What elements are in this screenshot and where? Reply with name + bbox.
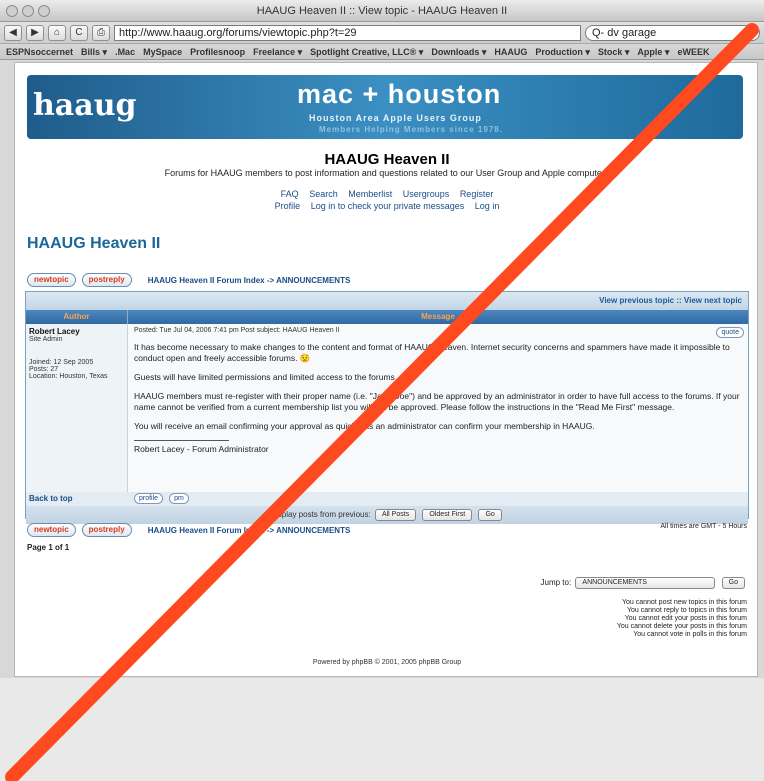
bookmark-item[interactable]: Freelance ▾	[253, 47, 302, 57]
banner-subtitle: Houston Area Apple Users Group	[309, 113, 482, 123]
message-cell: Posted: Tue Jul 04, 2006 7:41 pm Post su…	[128, 324, 748, 492]
author-column-header: Author	[26, 310, 128, 324]
display-go-button[interactable]: Go	[478, 508, 502, 521]
bookmark-item[interactable]: Downloads ▾	[431, 47, 486, 57]
browser-toolbar: ◀ ▶ ⌂ C ⎙ http://www.haaug.org/forums/vi…	[0, 22, 764, 44]
bookmark-item[interactable]: ESPNsoccernet	[6, 47, 73, 57]
post-footer: Back to top profile pm	[26, 492, 748, 506]
permission-line: You cannot post new topics in this forum	[621, 599, 747, 606]
nav-register[interactable]: Register	[460, 189, 494, 199]
site-banner: haaug mac + houston Houston Area Apple U…	[27, 75, 743, 139]
jump-go-button[interactable]: Go	[721, 577, 745, 589]
bottom-button-row: newtopic postreply HAAUG Heaven II Forum…	[27, 523, 350, 537]
permissions-list: You cannot post new topics in this forum…	[617, 599, 747, 639]
home-button[interactable]: ⌂	[48, 24, 66, 41]
bookmark-item[interactable]: Apple ▾	[637, 47, 669, 57]
banner-title: mac + houston	[297, 79, 502, 109]
nav-faq[interactable]: FAQ	[281, 189, 299, 199]
bookmark-item[interactable]: Production ▾	[535, 47, 590, 57]
topic-table: View previous topic :: View next topic A…	[25, 291, 749, 524]
bookmark-item[interactable]: eWEEK	[677, 47, 709, 57]
haaug-logo[interactable]: haaug	[33, 81, 153, 131]
author-name: Robert Lacey	[29, 327, 80, 336]
post-paragraph-4: You will receive an email confirming you…	[134, 421, 595, 431]
back-button[interactable]: ◀	[4, 24, 22, 41]
topic-nav[interactable]: View previous topic :: View next topic	[26, 292, 748, 310]
banner-tagline: Members Helping Members since 1978.	[319, 125, 503, 134]
nav-login[interactable]: Log in	[475, 201, 500, 211]
bookmark-item[interactable]: HAAUG	[494, 47, 527, 57]
jump-row: Jump to: ANNOUNCEMENTS Go	[541, 577, 748, 589]
post-row: Robert Lacey Site Admin Joined: 12 Sep 2…	[26, 324, 748, 492]
print-button[interactable]: ⎙	[92, 24, 110, 41]
bookmark-item[interactable]: Stock ▾	[598, 47, 630, 57]
window-title: HAAUG Heaven II :: View topic - HAAUG He…	[256, 5, 508, 17]
jump-select[interactable]: ANNOUNCEMENTS	[575, 577, 716, 589]
top-button-row: newtopic postreply HAAUG Heaven II Forum…	[27, 273, 350, 287]
pm-button[interactable]: pm	[169, 493, 189, 504]
page-indicator: Page 1 of 1	[27, 543, 70, 552]
post-reply-button-bottom[interactable]: postreply	[81, 523, 132, 537]
author-joined: Joined: 12 Sep 2005	[29, 359, 94, 366]
quote-button[interactable]: quote	[716, 327, 744, 338]
bookmark-item[interactable]: Spotlight Creative, LLC® ▾	[310, 47, 423, 57]
reload-button[interactable]: C	[70, 24, 88, 41]
nav-private-messages[interactable]: Log in to check your private messages	[311, 201, 465, 211]
bookmark-item[interactable]: .Mac	[115, 47, 135, 57]
display-options-row: Display posts from previous: All Posts O…	[26, 506, 748, 524]
browser-window: HAAUG Heaven II :: View topic - HAAUG He…	[0, 0, 764, 781]
bookmark-item[interactable]: Bills ▾	[81, 47, 107, 57]
profile-button[interactable]: profile	[134, 493, 164, 504]
message-column-header: Message	[421, 312, 455, 321]
author-posts: Posts: 27	[29, 366, 59, 373]
new-topic-button[interactable]: newtopic	[27, 273, 76, 287]
post-signature: Robert Lacey - Forum Administrator	[134, 444, 269, 454]
nav-usergroups[interactable]: Usergroups	[403, 189, 450, 199]
minimize-window-icon[interactable]	[22, 5, 34, 17]
nav-row-2: Profile Log in to check your private mes…	[15, 201, 759, 211]
empty-browser-area	[0, 678, 764, 781]
sort-order-select[interactable]: Oldest First	[422, 508, 473, 521]
jump-label: Jump to:	[540, 578, 572, 588]
forward-button[interactable]: ▶	[26, 24, 44, 41]
close-window-icon[interactable]	[6, 5, 18, 17]
address-field[interactable]: http://www.haaug.org/forums/viewtopic.ph…	[114, 24, 581, 41]
post-paragraph-3: HAAUG members must re-register with thei…	[134, 391, 740, 412]
display-posts-select[interactable]: All Posts	[374, 508, 417, 521]
forum-heading[interactable]: HAAUG Heaven II	[27, 235, 160, 253]
author-role: Site Admin	[29, 336, 63, 343]
bookmark-item[interactable]: Profilesnoop	[190, 47, 245, 57]
nav-memberlist[interactable]: Memberlist	[348, 189, 392, 199]
author-location: Location: Houston, Texas	[29, 373, 108, 380]
powered-by: Powered by phpBB © 2001, 2005 phpBB Grou…	[312, 659, 462, 666]
bookmarks-bar: ESPNsoccernet Bills ▾ .Mac MySpace Profilesn…	[0, 44, 764, 60]
bookmark-item[interactable]: MySpace	[143, 47, 182, 57]
permission-line: You cannot delete your posts in this for…	[616, 623, 747, 630]
post-paragraph-1: It has become necessary to make changes …	[134, 342, 730, 363]
search-field[interactable]: Q- dv garage	[585, 24, 760, 41]
nav-profile[interactable]: Profile	[275, 201, 301, 211]
permission-line: You cannot vote in polls in this forum	[633, 631, 747, 638]
back-to-top-link[interactable]: Back to top	[26, 492, 128, 506]
timezone-note: All times are GMT - 5 Hours	[660, 523, 747, 530]
permission-line: You cannot reply to topics in this forum	[627, 607, 747, 614]
title-bar: HAAUG Heaven II :: View topic - HAAUG He…	[0, 0, 764, 22]
post-paragraph-2: Guests will have limited permissions and…	[134, 372, 398, 382]
author-cell: Robert Lacey Site Admin Joined: 12 Sep 2…	[26, 324, 128, 492]
permission-line: You cannot edit your posts in this forum	[624, 615, 747, 622]
post-reply-button[interactable]: postreply	[81, 273, 132, 287]
nav-search[interactable]: Search	[309, 189, 338, 199]
zoom-window-icon[interactable]	[38, 5, 50, 17]
breadcrumb-bottom[interactable]: HAAUG Heaven II Forum Index -> ANNOUNCEM…	[148, 526, 351, 535]
column-headers: Author Message	[26, 310, 748, 324]
new-topic-button-bottom[interactable]: newtopic	[27, 523, 76, 537]
post-header: Posted: Tue Jul 04, 2006 7:41 pm Post su…	[134, 327, 340, 334]
site-title: HAAUG Heaven II	[324, 151, 450, 168]
nav-row-1: FAQ Search Memberlist Usergroups Registe…	[15, 189, 759, 199]
display-label: Display posts from previous:	[270, 510, 371, 519]
signature-divider	[134, 440, 229, 441]
site-description: Forums for HAAUG members to post informa…	[164, 168, 610, 178]
breadcrumb[interactable]: HAAUG Heaven II Forum Index -> ANNOUNCEM…	[148, 276, 351, 285]
web-page: haaug mac + houston Houston Area Apple U…	[14, 62, 758, 677]
